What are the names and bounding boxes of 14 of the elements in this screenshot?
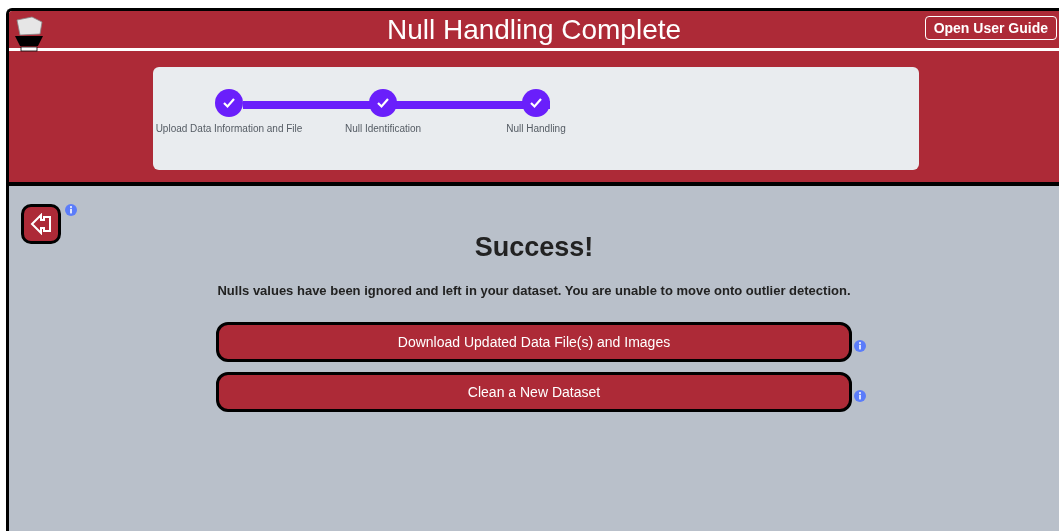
info-icon[interactable]: [854, 390, 866, 402]
step-label: Upload Data Information and File: [155, 123, 303, 134]
info-icon[interactable]: [65, 204, 77, 216]
step-label: Null Identification: [344, 123, 422, 134]
back-button[interactable]: [21, 204, 61, 244]
success-heading: Success!: [474, 232, 594, 263]
info-icon[interactable]: [854, 340, 866, 352]
back-arrow-icon: [30, 213, 52, 235]
user-guide-button[interactable]: Open User Guide: [924, 16, 1057, 40]
page-title: Null Handling Complete: [386, 13, 682, 46]
status-message: Nulls values have been ignored and left in your dataset. You are unable to move onto outlier detection.: [217, 283, 851, 298]
action-button[interactable]: Clean a New Dataset: [216, 372, 852, 412]
step-label: Null Handling: [506, 123, 566, 134]
action-button[interactable]: Download Updated Data File(s) and Images: [216, 322, 852, 362]
